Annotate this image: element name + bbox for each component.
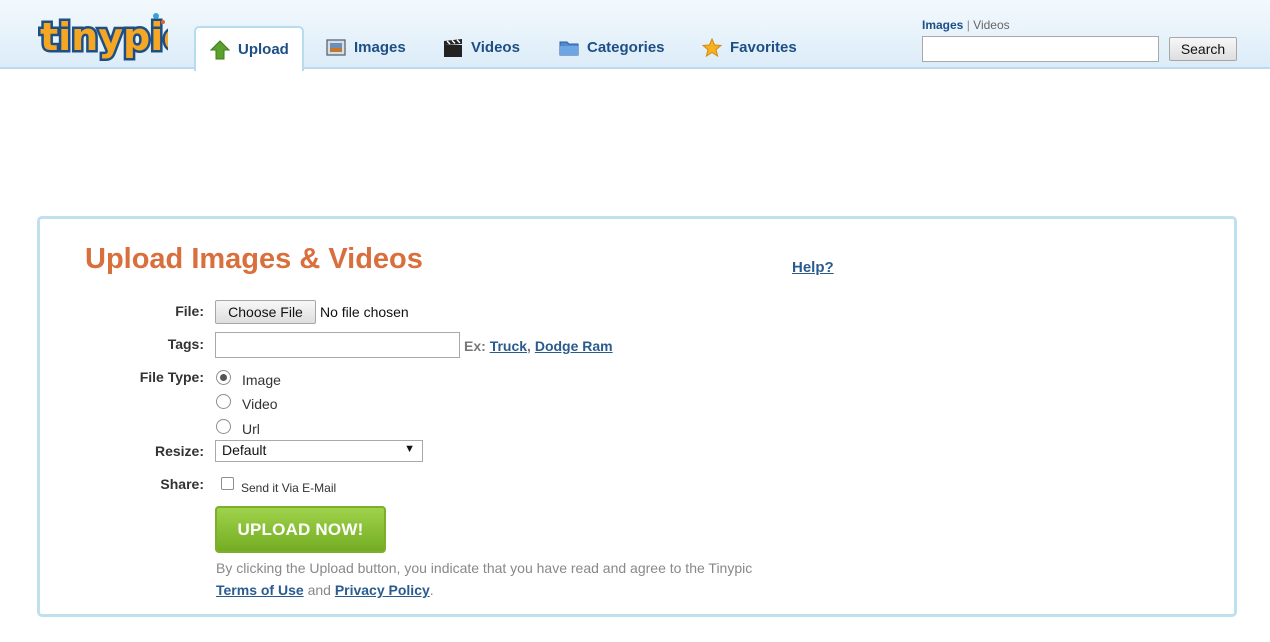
email-share-label: Send it Via E-Mail	[241, 481, 337, 495]
search-area: Images | Videos Search	[922, 16, 1242, 62]
file-type-url-label: Url	[242, 421, 260, 437]
help-link[interactable]: Help?	[792, 259, 834, 276]
file-type-label: File Type:	[139, 369, 204, 385]
folder-icon	[559, 38, 579, 58]
dropdown-arrow-icon: ▼	[404, 443, 415, 455]
tab-label: Upload	[238, 41, 289, 58]
clapperboard-icon	[443, 38, 463, 58]
search-button[interactable]: Search	[1169, 37, 1237, 61]
tags-label: Tags:	[167, 336, 204, 352]
tab-label: Images	[354, 39, 406, 56]
upload-arrow-icon	[210, 39, 230, 60]
tab-categories[interactable]: Categories	[545, 26, 679, 69]
terms-disclaimer: By clicking the Upload button, you indic…	[216, 557, 836, 601]
search-scope: Images | Videos	[922, 16, 1242, 34]
file-type-url-radio[interactable]	[216, 419, 231, 434]
tag-example-truck[interactable]: Truck	[490, 338, 527, 354]
tab-label: Videos	[471, 39, 520, 56]
tinypic-logo[interactable]: tinypic	[36, 8, 169, 66]
file-status-text: No file chosen	[320, 304, 409, 320]
upload-now-button[interactable]: UPLOAD NOW!	[215, 506, 386, 553]
tags-example-prefix: Ex:	[464, 338, 486, 354]
tags-input[interactable]	[215, 332, 460, 358]
tinypic-logo-graphic: tinypic	[38, 13, 169, 62]
tab-label: Favorites	[730, 39, 797, 56]
page-title: Upload Images & Videos	[85, 243, 423, 275]
share-label: Share:	[160, 476, 204, 492]
file-type-image-label: Image	[242, 372, 281, 388]
resize-label: Resize:	[154, 443, 204, 459]
file-type-video-label: Video	[242, 396, 278, 412]
tab-images[interactable]: Images	[312, 26, 420, 69]
resize-select[interactable]: Default ▼	[215, 440, 423, 462]
search-scope-videos[interactable]: Videos	[973, 18, 1009, 32]
resize-selected-value: Default	[222, 442, 267, 458]
privacy-policy-link[interactable]: Privacy Policy	[335, 582, 430, 598]
tag-example-dodge-ram[interactable]: Dodge Ram	[535, 338, 613, 354]
file-type-image-radio[interactable]	[216, 370, 231, 385]
svg-text:tinypic: tinypic	[40, 15, 168, 59]
disclaimer-end: .	[429, 582, 434, 598]
disclaimer-and: and	[307, 582, 331, 598]
site-header: tinypic Upload Images Videos Categories	[0, 0, 1270, 71]
tags-example-separator: ,	[527, 338, 531, 354]
star-icon	[702, 37, 722, 58]
disclaimer-text: By clicking the Upload button, you indic…	[216, 560, 753, 576]
tab-videos[interactable]: Videos	[429, 26, 534, 69]
search-input[interactable]	[922, 36, 1159, 62]
tab-upload[interactable]: Upload	[194, 26, 304, 71]
file-label: File:	[175, 303, 204, 319]
email-share-checkbox[interactable]	[221, 477, 234, 490]
upload-panel: Upload Images & Videos Help? File: Choos…	[37, 216, 1237, 617]
terms-of-use-link[interactable]: Terms of Use	[216, 582, 304, 598]
tags-example: Ex: Truck, Dodge Ram	[464, 338, 613, 354]
choose-file-button[interactable]: Choose File	[215, 300, 316, 324]
tab-favorites[interactable]: Favorites	[688, 26, 811, 69]
search-scope-images[interactable]: Images	[922, 18, 963, 32]
tab-label: Categories	[587, 39, 665, 56]
images-icon	[326, 38, 346, 58]
search-scope-separator: |	[966, 18, 970, 32]
file-type-video-radio[interactable]	[216, 394, 231, 409]
